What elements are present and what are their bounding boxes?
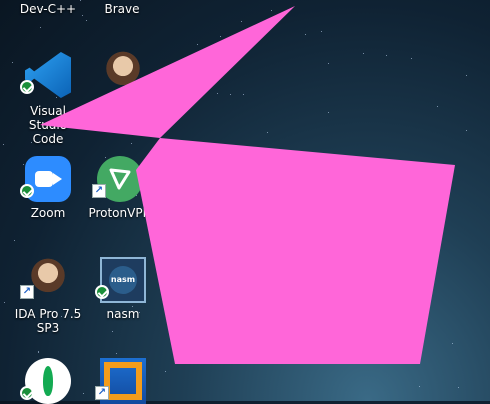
annotation-overlay bbox=[40, 6, 455, 364]
annotation-shape bbox=[40, 6, 295, 138]
annotation-shape bbox=[136, 138, 455, 364]
